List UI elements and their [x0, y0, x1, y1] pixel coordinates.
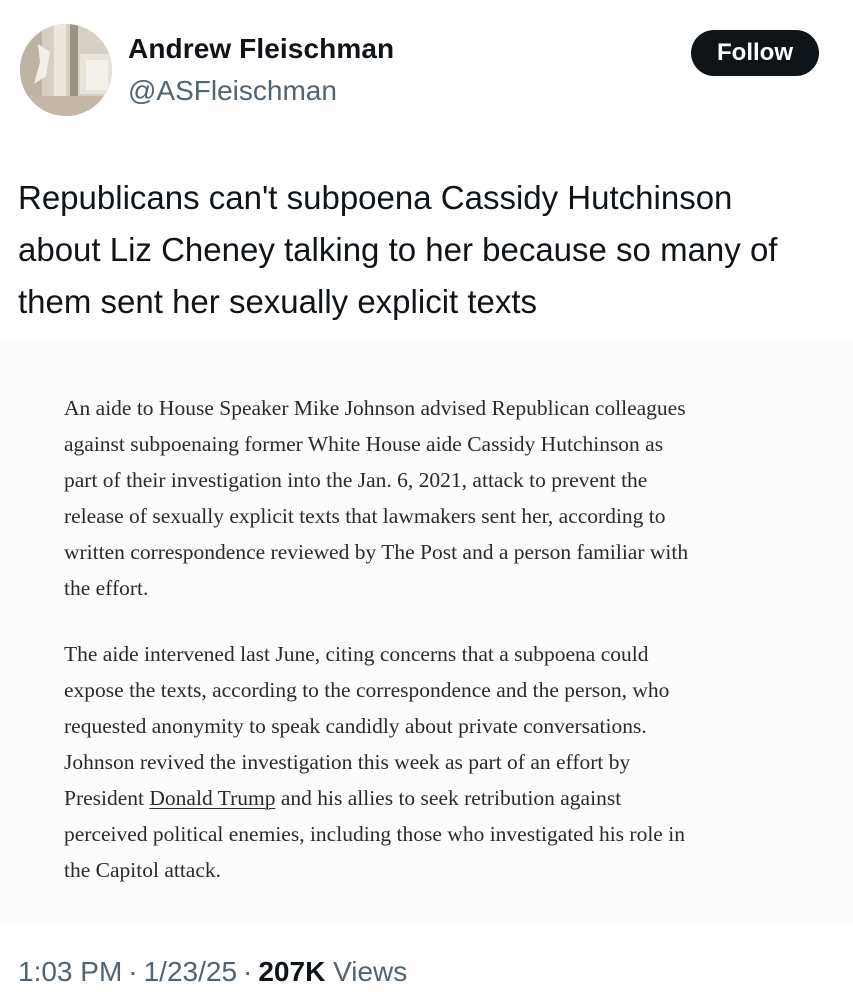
article-link-donald-trump: Donald Trump [149, 786, 276, 810]
avatar-image [20, 24, 112, 116]
meta-separator: · [128, 956, 138, 987]
tweet-text-line: about Liz Cheney talking to her because … [18, 231, 778, 268]
views-label: Views [333, 956, 408, 987]
article-line: requested anonymity to speak candidly ab… [64, 714, 647, 738]
attached-article-image[interactable]: An aide to House Speaker Mike Johnson ad… [0, 340, 853, 922]
article-line: against subpoenaing former White House a… [64, 432, 664, 456]
article-line: President Donald Trump and his allies to… [64, 780, 685, 816]
article-text: President [64, 786, 150, 810]
views-count: 207K [258, 956, 326, 987]
article-line: Johnson revived the investigation this w… [64, 750, 631, 774]
article-line: release of sexually explicit texts that … [64, 504, 666, 528]
article-line: perceived political enemies, including t… [64, 822, 685, 846]
article-paragraph-1: An aide to House Speaker Mike Johnson ad… [64, 390, 688, 606]
tweet-meta: 1:03 PM · 1/23/25 · 207K Views [18, 956, 407, 988]
meta-separator: · [243, 956, 253, 987]
tweet-text-line: Republicans can't subpoena Cassidy Hutch… [18, 179, 733, 216]
article-line: written correspondence reviewed by The P… [64, 540, 689, 564]
article-line: An aide to House Speaker Mike Johnson ad… [64, 396, 686, 420]
article-line: the effort. [64, 576, 149, 600]
follow-button[interactable]: Follow [691, 30, 819, 76]
tweet-date[interactable]: 1/23/25 [144, 956, 237, 987]
tweet-text-line: them sent her sexually explicit texts [18, 283, 538, 320]
article-line: expose the texts, according to the corre… [64, 678, 670, 702]
avatar[interactable] [20, 24, 112, 116]
author-name[interactable]: Andrew Fleischman [128, 33, 394, 65]
article-text: and his allies to seek retribution again… [275, 786, 622, 810]
tweet-time[interactable]: 1:03 PM [18, 956, 122, 987]
tweet-text: Republicans can't subpoena Cassidy Hutch… [18, 172, 848, 328]
article-paragraph-2: The aide intervened last June, citing co… [64, 636, 685, 888]
article-line: the Capitol attack. [64, 858, 222, 882]
author-handle[interactable]: @ASFleischman [128, 75, 337, 107]
article-line: part of their investigation into the Jan… [64, 468, 648, 492]
article-line: The aide intervened last June, citing co… [64, 642, 649, 666]
